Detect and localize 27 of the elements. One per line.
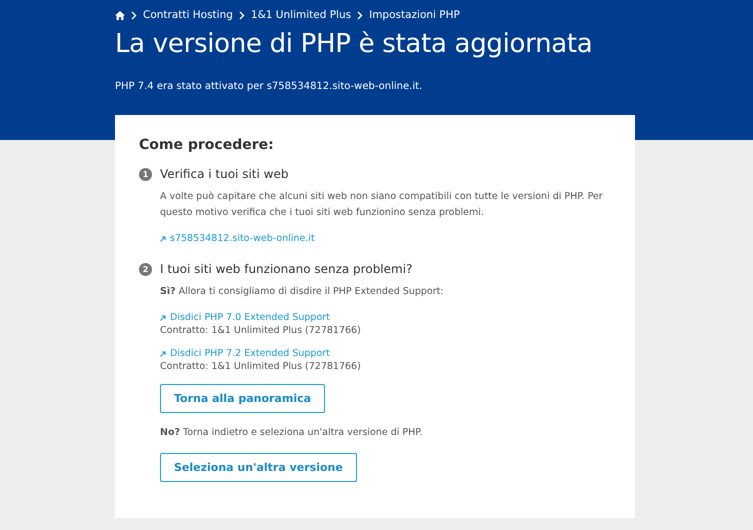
home-icon[interactable] <box>115 10 125 20</box>
paragraph: Sì? Allora ti consigliamo di disdire il PHP Extended Support: <box>160 285 445 299</box>
outline-button[interactable]: Seleziona un'altra versione <box>160 453 357 482</box>
breadcrumb-link[interactable]: Contratti Hosting <box>143 9 233 21</box>
step-number: 1 <box>139 168 152 180</box>
external-link-icon <box>160 236 166 242</box>
paragraph: No? Torna indietro e seleziona un'altra versione di PHP. <box>160 426 424 440</box>
contract-text: Contratto: 1&1 Unlimited Plus (72781766) <box>160 361 362 372</box>
section-heading: Come procedere: <box>139 137 275 153</box>
chevron-icon <box>238 10 245 20</box>
external-link-icon <box>160 314 166 320</box>
chevron-icon <box>357 10 364 20</box>
chevron-icon <box>131 10 137 20</box>
external-link[interactable]: Disdici PHP 7.0 Extended Support <box>160 312 330 323</box>
external-link[interactable]: Disdici PHP 7.2 Extended Support <box>160 348 330 359</box>
step-number: 2 <box>139 262 152 276</box>
paragraph: A volte può capitare che alcuni siti web non siano compatibili con tutte le versioni di PHP. Per questo motivo verifica che i tuoi siti web funzionino senza problemi. <box>160 190 604 220</box>
breadcrumb-link[interactable]: 1&1 Unlimited Plus <box>250 9 352 21</box>
breadcrumb-link[interactable]: Impostazioni PHP <box>369 9 460 21</box>
contract-text: Contratto: 1&1 Unlimited Plus (72781766) <box>160 325 362 336</box>
step-title: Verifica i tuoi siti web <box>160 167 288 181</box>
external-link[interactable]: s758534812.sito-web-online.it <box>160 233 315 244</box>
status-message: PHP 7.4 era stato attivato per s758534812.sito-web-online.it. <box>115 81 424 92</box>
external-link-icon <box>160 350 166 356</box>
step-title: I tuoi siti web funzionano senza problemi? <box>160 262 412 276</box>
outline-button[interactable]: Torna alla panoramica <box>160 384 326 413</box>
page-title: La versione di PHP è stata aggiornata <box>115 29 594 59</box>
